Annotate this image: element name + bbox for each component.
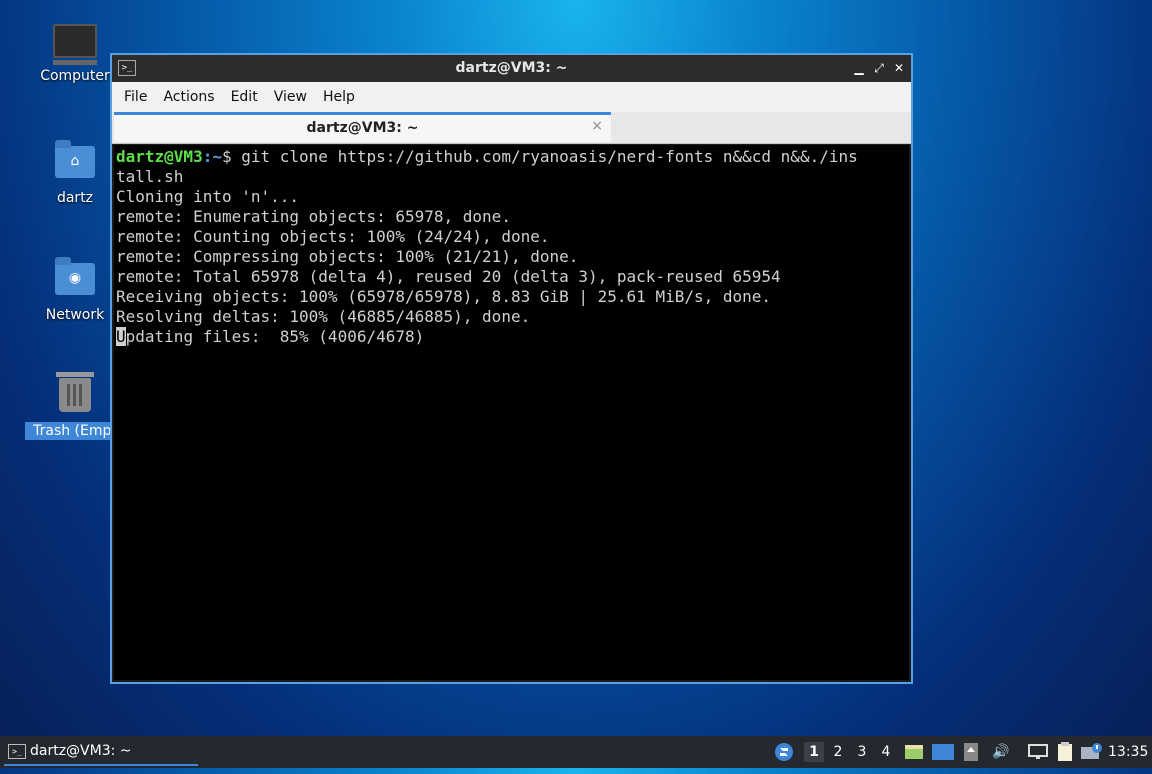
volume-icon[interactable]: 🔊 — [990, 736, 1012, 768]
progress-line: Updating files: 85% (4006/4678) — [116, 327, 909, 347]
computer-icon — [53, 24, 97, 65]
menu-edit[interactable]: Edit — [223, 89, 266, 105]
minimize-icon[interactable]: ▁ — [850, 59, 868, 77]
window-titlebar[interactable]: >_ dartz@VM3: ~ ▁ ⤢ ✕ — [112, 55, 911, 82]
network-folder-icon: ◉ — [53, 257, 97, 303]
output-line: remote: Enumerating objects: 65978, done… — [116, 207, 511, 226]
terminal-tab[interactable]: dartz@VM3: ~ × — [114, 112, 611, 142]
workspace-2[interactable]: 2 — [828, 742, 848, 762]
window-title: dartz@VM3: ~ — [455, 60, 568, 76]
terminal-window[interactable]: >_ dartz@VM3: ~ ▁ ⤢ ✕ File Actions Edit … — [110, 53, 913, 684]
command-line: dartz@VM3:~$ git clone https://github.co… — [116, 147, 909, 167]
tab-label: dartz@VM3: ~ — [306, 120, 419, 136]
menu-actions[interactable]: Actions — [155, 89, 222, 105]
maximize-icon[interactable]: ⤢ — [870, 59, 888, 77]
prompt-user: dartz@VM3 — [116, 147, 203, 166]
file-manager-icon[interactable] — [903, 736, 925, 768]
taskbar: >_ dartz@VM3: ~ 1 2 3 4 🔊 13:35 — [0, 736, 1152, 768]
output-line: Receiving objects: 100% (65978/65978), 8… — [116, 287, 772, 306]
clock[interactable]: 13:35 — [1108, 736, 1148, 768]
terminal-cursor: U — [116, 327, 126, 346]
menu-view[interactable]: View — [266, 89, 315, 105]
workspace-3[interactable]: 3 — [852, 742, 872, 762]
prompt-sign: $ — [221, 147, 242, 166]
menubar: File Actions Edit View Help — [112, 82, 911, 112]
home-folder-icon: ⌂ — [53, 140, 97, 186]
output-line: remote: Counting objects: 100% (24/24), … — [116, 227, 550, 246]
command-line-wrap: tall.sh — [116, 167, 184, 186]
menu-file[interactable]: File — [116, 89, 155, 105]
output-line: remote: Total 65978 (delta 4), reused 20… — [116, 267, 781, 286]
output-line: Cloning into 'n'... — [116, 187, 300, 206]
command-text: git clone https://github.com/ryanoasis/n… — [241, 147, 858, 166]
prompt-path: :~ — [202, 147, 222, 166]
workspace-4[interactable]: 4 — [876, 742, 896, 762]
eject-icon[interactable] — [962, 736, 980, 768]
notification-icon[interactable] — [1080, 736, 1104, 768]
terminal-icon: >_ — [8, 744, 26, 759]
tab-close-icon[interactable]: × — [591, 118, 603, 134]
network-status-icon[interactable] — [1027, 736, 1049, 768]
menu-help[interactable]: Help — [315, 89, 363, 105]
close-icon[interactable]: ✕ — [890, 59, 908, 77]
workspace-1[interactable]: 1 — [804, 742, 824, 762]
clipboard-icon[interactable] — [1054, 736, 1076, 768]
taskbar-item-label: dartz@VM3: ~ — [30, 743, 132, 759]
output-line: Resolving deltas: 100% (46885/46885), do… — [116, 307, 531, 326]
trash-icon — [53, 372, 97, 418]
desktop-show-icon[interactable] — [931, 736, 955, 768]
tabbar: dartz@VM3: ~ × — [112, 112, 911, 144]
output-line: remote: Compressing objects: 100% (21/21… — [116, 247, 579, 266]
taskbar-item-terminal[interactable]: >_ dartz@VM3: ~ — [4, 738, 198, 766]
start-menu-icon[interactable] — [773, 736, 795, 768]
terminal-output[interactable]: dartz@VM3:~$ git clone https://github.co… — [114, 145, 909, 680]
progress-text: pdating files: 85% (4006/4678) — [125, 327, 425, 346]
